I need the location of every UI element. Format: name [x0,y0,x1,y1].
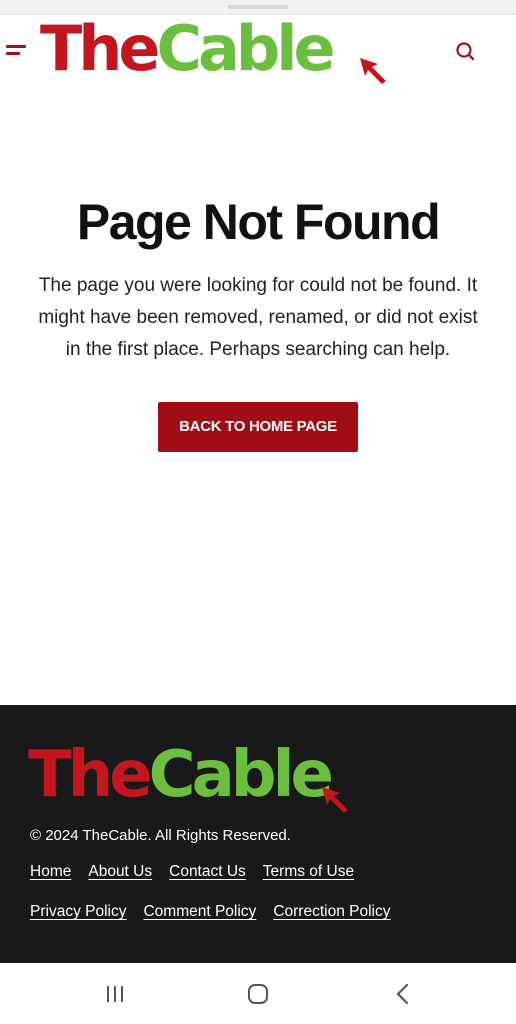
header-logo[interactable]: TheCable [40,18,386,84]
footer-link-terms-of-use[interactable]: Terms of Use [263,863,354,880]
back-to-home-button[interactable]: BACK TO HOME PAGE [158,402,358,452]
footer-links-policies: Privacy Policy Comment Policy Correction P… [30,903,407,921]
footer-link-contact-us[interactable]: Contact Us [169,863,246,880]
logo-text-cable: Cable [156,12,335,85]
footer-link-home[interactable]: Home [30,863,71,880]
logo-text-the: The [40,12,161,85]
logo-cursor-icon [360,58,386,84]
footer-link-correction-policy[interactable]: Correction Policy [273,903,390,920]
page-title: Page Not Found [76,194,441,250]
footer-logo-text-cable: Cable [148,738,334,812]
back-icon[interactable] [390,981,416,1007]
footer-logo[interactable]: TheCable [28,743,348,813]
recents-icon[interactable] [102,981,128,1007]
footer-link-privacy-policy[interactable]: Privacy Policy [30,903,126,920]
hamburger-icon[interactable] [6,42,28,58]
copyright-text: © 2024 TheCable. All Rights Reserved. [30,827,291,844]
page: TheCable Page Not Found The page you wer… [0,0,516,1024]
not-found-message: The page you were looking for could not … [38,275,478,360]
site-header: TheCable [0,14,516,86]
footer-links-primary: Home About Us Contact Us Terms of Use [30,863,371,881]
system-nav-bar [0,963,516,1024]
footer-logo-cursor-icon [322,787,348,813]
status-pill [228,5,288,9]
not-found-section: Page Not Found The page you were looking… [0,190,516,452]
footer-link-about-us[interactable]: About Us [88,863,152,880]
home-icon[interactable] [245,981,271,1007]
footer-logo-text-the: The [28,738,153,812]
site-footer: TheCable © 2024 TheCable. All Rights Res… [0,705,516,963]
search-icon[interactable] [454,40,476,62]
footer-link-comment-policy[interactable]: Comment Policy [143,903,256,920]
